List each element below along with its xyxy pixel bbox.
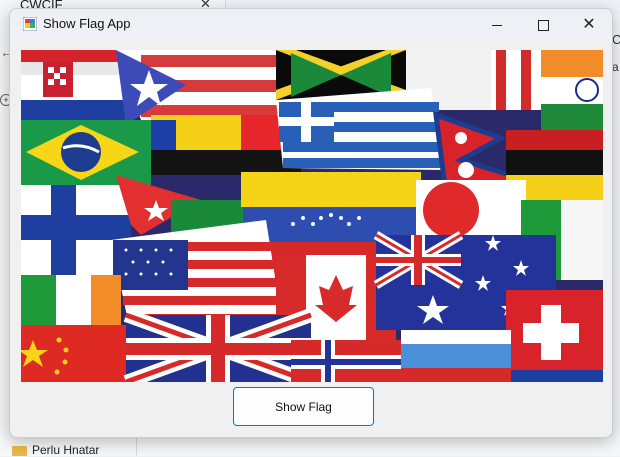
background-folder-label[interactable]: Perlu Hnatar — [32, 443, 99, 457]
title-bar[interactable]: Show Flag App ✕ — [10, 9, 612, 41]
show-flag-window: Show Flag App ✕ Show Flag — [9, 8, 613, 438]
background-right-panel — [612, 14, 620, 456]
close-icon: ✕ — [582, 16, 596, 33]
background-divider — [136, 436, 137, 456]
show-flag-button[interactable]: Show Flag — [233, 387, 374, 426]
window-title: Show Flag App — [43, 16, 131, 31]
close-button[interactable]: ✕ — [566, 9, 612, 41]
minimize-button[interactable] — [474, 9, 520, 41]
maximize-button[interactable] — [520, 9, 566, 41]
maximize-icon — [537, 19, 549, 31]
background-right-text: C — [612, 32, 620, 47]
background-right-text-2: a — [612, 60, 619, 74]
app-icon — [23, 17, 37, 31]
folder-icon — [12, 446, 27, 456]
minimize-icon — [492, 24, 502, 26]
flags-collage-image — [21, 50, 603, 382]
